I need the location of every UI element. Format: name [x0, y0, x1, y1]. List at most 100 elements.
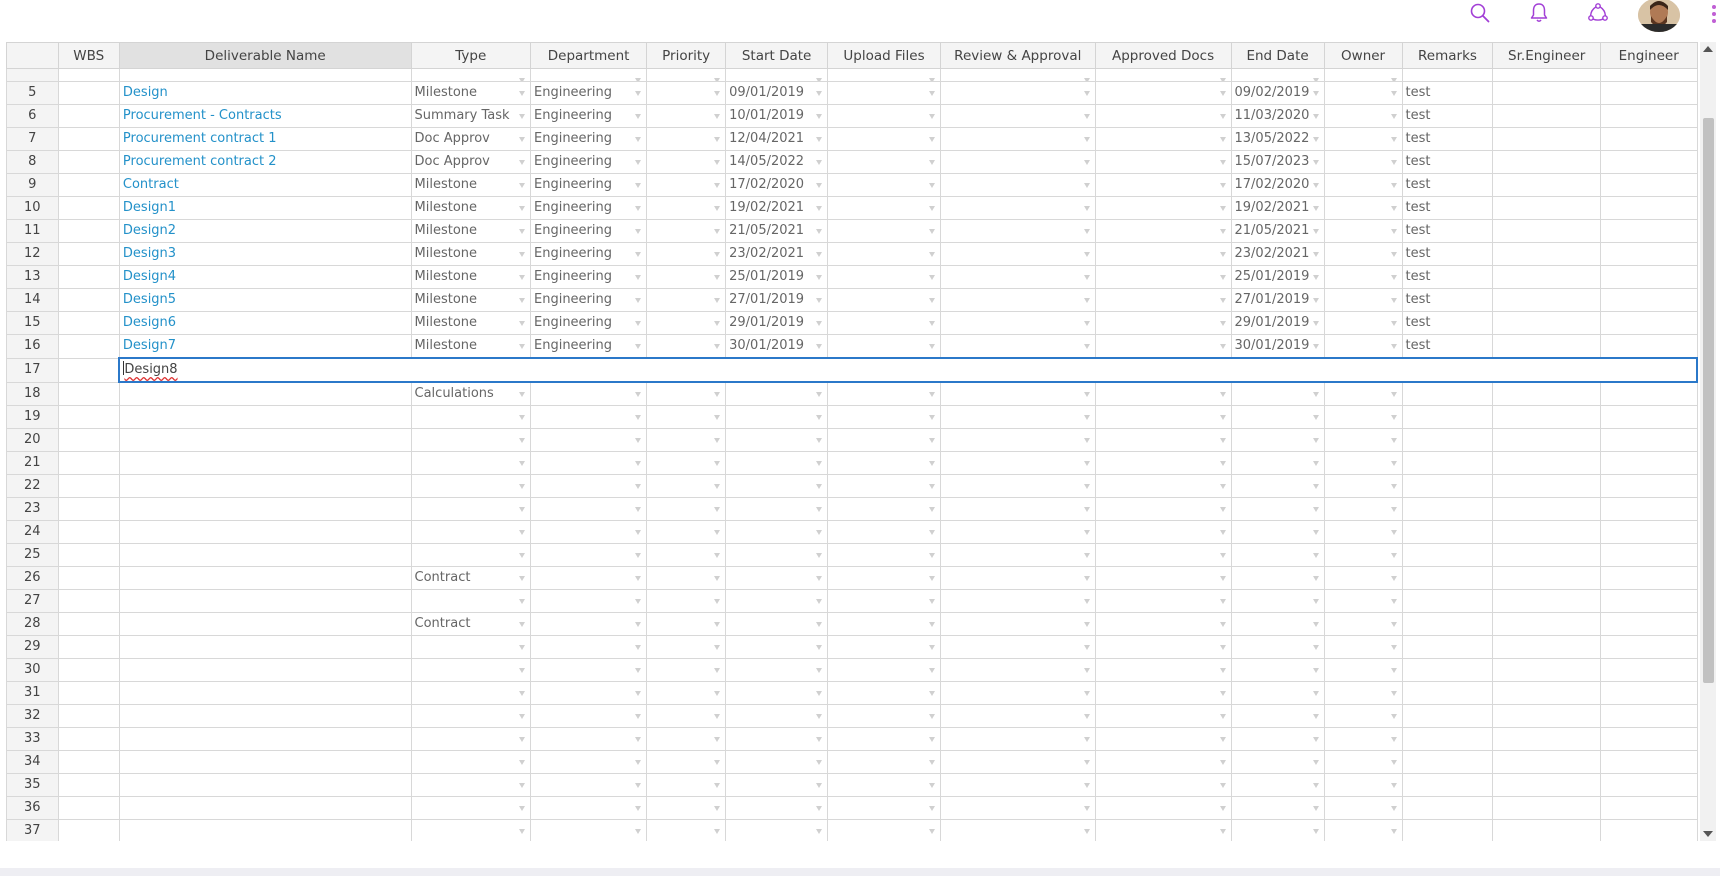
engineer-cell[interactable]: [1599, 589, 1698, 613]
end-date-cell[interactable]: 21/05/2021: [1230, 219, 1325, 243]
upload-files-cell[interactable]: [827, 150, 941, 174]
engineer-cell[interactable]: [1599, 265, 1698, 289]
deliverable-name-cell[interactable]: [118, 750, 412, 774]
table-row[interactable]: 11 Design2 Milestone Engineering 21/05/2021 2…: [6, 219, 1698, 243]
deliverable-name-cell[interactable]: Procurement contract 1: [118, 127, 412, 151]
remarks-cell[interactable]: test: [1401, 81, 1494, 105]
upload-files-cell[interactable]: [827, 635, 941, 659]
end-date-cell[interactable]: 11/03/2020: [1230, 104, 1325, 128]
upload-files-cell[interactable]: [827, 265, 941, 289]
column-header-deliverable-name[interactable]: Deliverable Name: [118, 42, 412, 69]
approved-docs-cell[interactable]: [1094, 704, 1232, 728]
start-date-cell[interactable]: [725, 428, 829, 452]
start-date-cell[interactable]: [725, 727, 829, 751]
owner-dropdown[interactable]: [1323, 288, 1403, 312]
engineer-cell[interactable]: [1599, 150, 1698, 174]
sr-engineer-cell[interactable]: [1492, 773, 1601, 797]
review-approval-cell[interactable]: [939, 681, 1096, 705]
review-approval-cell[interactable]: [939, 288, 1096, 312]
end-date-cell[interactable]: 25/01/2019: [1230, 265, 1325, 289]
upload-files-cell[interactable]: [827, 104, 941, 128]
deliverable-name-cell[interactable]: [118, 520, 412, 544]
type-dropdown[interactable]: [410, 405, 532, 429]
deliverable-name-cell[interactable]: Design6: [118, 311, 412, 335]
upload-files-cell[interactable]: [827, 773, 941, 797]
deliverable-name-editor[interactable]: Design8: [118, 357, 1698, 383]
upload-files-cell[interactable]: [827, 658, 941, 682]
start-date-cell[interactable]: [725, 520, 829, 544]
sr-engineer-cell[interactable]: [1492, 750, 1601, 774]
remarks-cell[interactable]: [1401, 681, 1494, 705]
department-dropdown[interactable]: [529, 750, 648, 774]
sr-engineer-cell[interactable]: [1492, 150, 1601, 174]
remarks-cell[interactable]: test: [1401, 219, 1494, 243]
review-approval-cell[interactable]: [939, 727, 1096, 751]
deliverable-name-cell[interactable]: [118, 819, 412, 841]
review-approval-cell[interactable]: [939, 474, 1096, 498]
approved-docs-cell[interactable]: [1094, 819, 1232, 841]
wbs-cell[interactable]: [57, 219, 120, 243]
start-date-cell[interactable]: 19/02/2021: [725, 196, 829, 220]
type-dropdown[interactable]: [410, 589, 532, 613]
table-row[interactable]: 15 Design6 Milestone Engineering 29/01/2019 2…: [6, 311, 1698, 335]
table-row[interactable]: 19: [6, 405, 1698, 429]
department-dropdown[interactable]: Engineering: [529, 104, 648, 128]
department-dropdown[interactable]: Engineering: [529, 311, 648, 335]
remarks-cell[interactable]: test: [1401, 104, 1494, 128]
engineer-cell[interactable]: [1599, 428, 1698, 452]
owner-dropdown[interactable]: [1323, 474, 1403, 498]
end-date-cell[interactable]: [1230, 451, 1325, 475]
sr-engineer-cell[interactable]: [1492, 497, 1601, 521]
department-dropdown[interactable]: Engineering: [529, 288, 648, 312]
type-dropdown[interactable]: [410, 543, 532, 567]
engineer-cell[interactable]: [1599, 104, 1698, 128]
upload-files-cell[interactable]: [827, 334, 941, 359]
upload-files-cell[interactable]: [827, 681, 941, 705]
deliverable-name-cell[interactable]: Design3: [118, 242, 412, 266]
upload-files-cell[interactable]: [827, 497, 941, 521]
engineer-cell[interactable]: [1599, 520, 1698, 544]
wbs-cell[interactable]: [57, 750, 120, 774]
sr-engineer-cell[interactable]: [1492, 796, 1601, 820]
upload-files-cell[interactable]: [827, 704, 941, 728]
department-dropdown[interactable]: [529, 612, 648, 636]
upload-files-cell[interactable]: [827, 474, 941, 498]
review-approval-cell[interactable]: [939, 405, 1096, 429]
deliverable-name-cell[interactable]: [118, 658, 412, 682]
type-dropdown[interactable]: [410, 819, 532, 841]
wbs-cell[interactable]: [57, 796, 120, 820]
remarks-cell[interactable]: test: [1401, 173, 1494, 197]
approved-docs-cell[interactable]: [1094, 334, 1232, 359]
type-dropdown[interactable]: Milestone: [410, 334, 532, 359]
remarks-cell[interactable]: test: [1401, 334, 1494, 359]
department-dropdown[interactable]: [529, 543, 648, 567]
approved-docs-cell[interactable]: [1094, 81, 1232, 105]
type-dropdown[interactable]: [410, 796, 532, 820]
department-dropdown[interactable]: Engineering: [529, 127, 648, 151]
end-date-cell[interactable]: [1230, 750, 1325, 774]
sr-engineer-cell[interactable]: [1492, 704, 1601, 728]
column-header-priority[interactable]: Priority: [646, 42, 727, 69]
engineer-cell[interactable]: [1599, 796, 1698, 820]
approved-docs-cell[interactable]: [1094, 635, 1232, 659]
end-date-cell[interactable]: 29/01/2019: [1230, 311, 1325, 335]
start-date-cell[interactable]: [725, 451, 829, 475]
wbs-cell[interactable]: [57, 150, 120, 174]
engineer-cell[interactable]: [1599, 635, 1698, 659]
sr-engineer-cell[interactable]: [1492, 451, 1601, 475]
remarks-cell[interactable]: [1401, 589, 1494, 613]
start-date-cell[interactable]: [725, 819, 829, 841]
engineer-cell[interactable]: [1599, 704, 1698, 728]
end-date-cell[interactable]: 30/01/2019: [1230, 334, 1325, 359]
approved-docs-cell[interactable]: [1094, 219, 1232, 243]
department-dropdown[interactable]: [529, 474, 648, 498]
start-date-cell[interactable]: 23/02/2021: [725, 242, 829, 266]
column-header-wbs[interactable]: WBS: [57, 42, 120, 69]
wbs-cell[interactable]: [57, 357, 120, 383]
priority-dropdown[interactable]: [646, 127, 727, 151]
end-date-cell[interactable]: 19/02/2021: [1230, 196, 1325, 220]
priority-dropdown[interactable]: [646, 242, 727, 266]
table-row[interactable]: 7 Procurement contract 1 Doc Approv Enginee…: [6, 127, 1698, 151]
owner-dropdown[interactable]: [1323, 196, 1403, 220]
review-approval-cell[interactable]: [939, 543, 1096, 567]
